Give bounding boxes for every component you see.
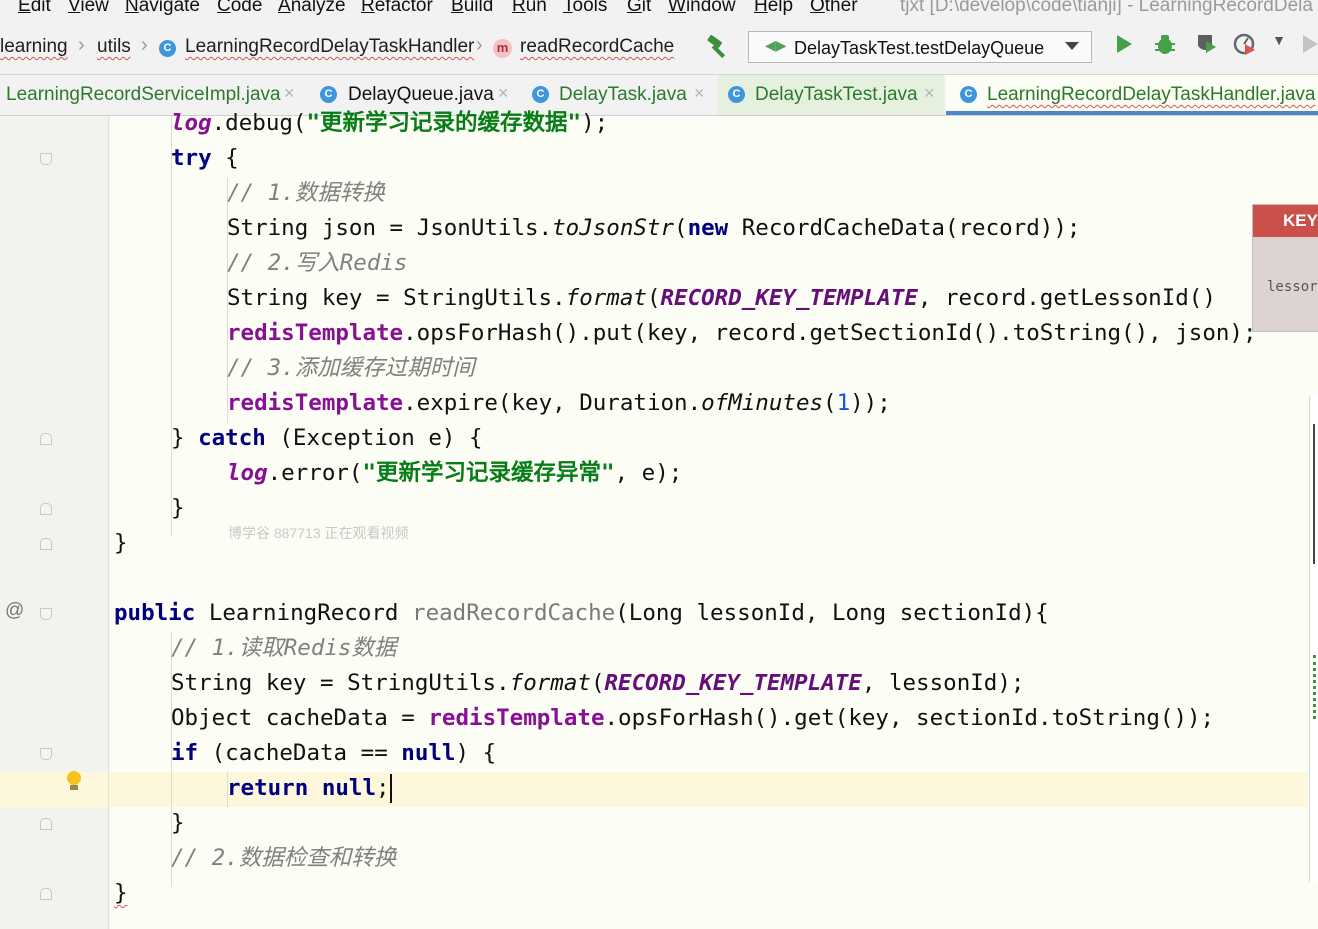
class-icon: C — [320, 86, 337, 103]
code-line[interactable]: return null; — [227, 771, 392, 806]
test-config-icon: ◀▶ — [765, 37, 787, 53]
menu-window[interactable]: Window — [668, 0, 736, 19]
window-title: tjxt [D:\develop\code\tianji] - Learning… — [900, 0, 1313, 16]
code-line[interactable]: redisTemplate.expire(key, Duration.ofMin… — [227, 386, 891, 421]
breadcrumb-learning[interactable]: learning — [0, 36, 68, 58]
code-line[interactable]: } — [171, 806, 185, 841]
key-popup[interactable]: KEY lessor — [1252, 204, 1318, 332]
close-icon[interactable]: × — [284, 83, 295, 104]
editor-gutter[interactable] — [0, 116, 110, 929]
fold-marker-icon[interactable] — [40, 888, 52, 900]
menu-edit[interactable]: Edit — [18, 0, 51, 19]
menu-tools[interactable]: Tools — [563, 0, 607, 19]
class-icon: C — [159, 40, 176, 57]
code-line[interactable]: } — [171, 491, 185, 526]
run-icon[interactable] — [1110, 32, 1138, 62]
lightbulb-icon[interactable] — [67, 771, 81, 791]
close-icon[interactable]: × — [694, 83, 705, 104]
override-marker-icon[interactable]: @ — [5, 600, 24, 622]
run-configuration-select[interactable]: ◀▶ DelayTaskTest.testDelayQueue — [748, 31, 1092, 63]
class-icon: C — [532, 86, 549, 103]
tab-label: LearningRecordDelayTaskHandler.java — [987, 84, 1316, 105]
tab-learningrecorddelaytaskhandler[interactable]: C LearningRecordDelayTaskHandler.java — [946, 75, 1318, 115]
popup-header: KEY — [1253, 205, 1318, 237]
tab-label: DelayTaskTest.java — [755, 84, 918, 105]
breadcrumb-method[interactable]: readRecordCache — [520, 36, 674, 58]
fold-separator — [108, 116, 109, 929]
code-line[interactable]: // 1.读取Redis数据 — [171, 631, 396, 666]
tab-label: DelayQueue.java — [348, 84, 494, 105]
navigation-bar: learning › utils › C LearningRecordDelay… — [0, 22, 1318, 75]
menu-refactor[interactable]: Refactor — [361, 0, 433, 19]
fold-marker-icon[interactable] — [40, 433, 52, 445]
menu-bar: Edit View Navigate Code Analyze Refactor… — [0, 0, 1318, 22]
code-line[interactable]: // 3.添加缓存过期时间 — [227, 351, 475, 386]
build-hammer-icon[interactable] — [703, 34, 733, 62]
code-line[interactable]: public LearningRecord readRecordCache(Lo… — [114, 596, 1049, 631]
code-line[interactable]: redisTemplate.opsForHash().put(key, reco… — [227, 316, 1257, 351]
code-line[interactable]: // 1.数据转换 — [227, 176, 385, 211]
menu-build[interactable]: Build — [451, 0, 493, 19]
code-line[interactable]: } — [114, 526, 128, 561]
chevron-down-icon — [1065, 42, 1079, 50]
method-icon: m — [493, 39, 512, 58]
tab-delaytasktest[interactable]: C DelayTaskTest.java × — [718, 75, 944, 115]
code-line[interactable]: // 2.数据检查和转换 — [171, 841, 396, 876]
debug-icon[interactable] — [1151, 32, 1179, 62]
profile-icon[interactable] — [1232, 32, 1260, 62]
chevron-down-icon[interactable]: ▼ — [1265, 32, 1293, 62]
code-line[interactable]: try { — [171, 141, 239, 176]
breadcrumb-separator: › — [476, 34, 483, 56]
fold-marker-icon[interactable] — [40, 153, 52, 165]
code-line[interactable]: log.debug("更新学习记录的缓存数据"); — [171, 106, 608, 141]
code-line[interactable]: // 2.写入Redis — [227, 246, 407, 281]
popup-body: lessor — [1267, 279, 1318, 295]
menu-code[interactable]: Code — [217, 0, 262, 19]
menu-view[interactable]: View — [68, 0, 109, 19]
code-line[interactable]: } catch (Exception e) { — [171, 421, 483, 456]
scroll-marker — [1313, 424, 1318, 564]
breadcrumb-separator: › — [141, 34, 148, 56]
tab-label: DelayTask.java — [559, 84, 687, 105]
fold-marker-icon[interactable] — [40, 748, 52, 760]
close-icon[interactable]: × — [924, 83, 935, 104]
fold-marker-icon[interactable] — [40, 818, 52, 830]
fold-marker-icon[interactable] — [40, 538, 52, 550]
code-line[interactable]: if (cacheData == null) { — [171, 736, 496, 771]
code-line[interactable]: String json = JsonUtils.toJsonStr(new Re… — [227, 211, 1080, 246]
menu-help[interactable]: Help — [754, 0, 793, 19]
class-icon: C — [960, 86, 977, 103]
run-configuration-label: DelayTaskTest.testDelayQueue — [794, 38, 1045, 58]
stop-icon[interactable] — [1296, 32, 1318, 62]
code-line[interactable]: Object cacheData = redisTemplate.opsForH… — [171, 701, 1214, 736]
change-marker — [1313, 655, 1318, 719]
menu-other[interactable]: Other — [810, 0, 858, 19]
tab-label: LearningRecordServiceImpl.java — [6, 84, 281, 105]
test-class-icon: C — [728, 86, 745, 103]
menu-navigate[interactable]: Navigate — [125, 0, 200, 19]
text-caret — [389, 774, 392, 803]
fold-marker-icon[interactable] — [40, 608, 52, 620]
indent-guide — [171, 116, 172, 536]
fold-marker-icon[interactable] — [40, 503, 52, 515]
menu-run[interactable]: Run — [512, 0, 547, 19]
code-line[interactable]: String key = StringUtils.format(RECORD_K… — [227, 281, 1216, 316]
code-line[interactable]: } — [114, 876, 128, 911]
breadcrumb-separator: › — [78, 34, 85, 56]
watermark-text: 博学谷 887713 正在观看视频 — [228, 525, 409, 541]
breadcrumb-utils[interactable]: utils — [97, 36, 131, 58]
caret-row-highlight — [0, 772, 1308, 807]
menu-git[interactable]: Git — [627, 0, 651, 19]
menu-analyze[interactable]: Analyze — [278, 0, 346, 19]
breadcrumb-class[interactable]: LearningRecordDelayTaskHandler — [185, 36, 474, 58]
coverage-icon[interactable] — [1192, 32, 1220, 62]
close-icon[interactable]: × — [498, 83, 509, 104]
code-line[interactable]: log.error("更新学习记录缓存异常", e); — [227, 456, 682, 491]
code-line[interactable]: String key = StringUtils.format(RECORD_K… — [171, 666, 1024, 701]
